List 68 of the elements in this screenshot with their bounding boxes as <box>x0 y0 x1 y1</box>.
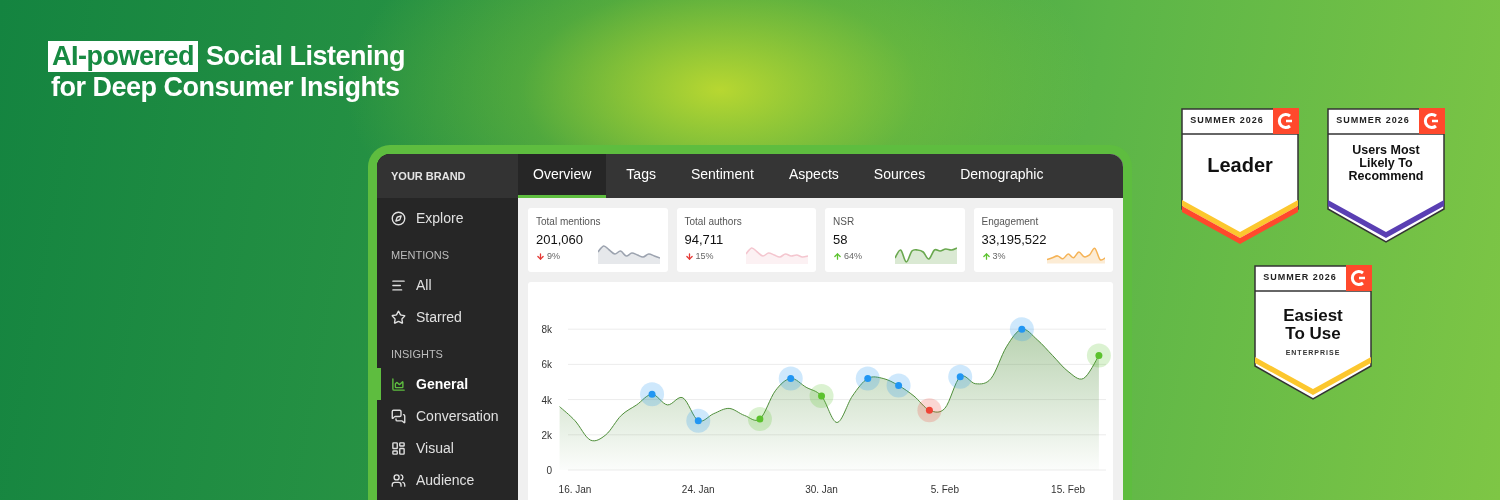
people-icon <box>391 472 406 488</box>
headline-highlight: AI-powered <box>48 41 198 72</box>
area-chart-icon <box>391 376 406 392</box>
stat-value: 94,711 <box>684 232 724 248</box>
stat-change: 9% <box>547 250 560 263</box>
brand-label: YOUR BRAND <box>377 154 518 198</box>
sidebar-item[interactable]: Explore <box>377 202 518 234</box>
axis-label: 24. Jan <box>681 484 715 495</box>
stat-label: NSR <box>833 216 856 228</box>
badge-title: Users Most Likely To Recommend <box>1347 144 1425 183</box>
star-icon <box>391 309 406 325</box>
stat-value: 201,060 <box>536 232 583 248</box>
axis-label: 6k <box>541 359 552 371</box>
highlight-marker[interactable] <box>917 398 942 423</box>
stat-change: 3% <box>992 250 1006 263</box>
stat-label: Total authors <box>684 216 743 228</box>
lines-icon <box>391 277 406 293</box>
stat-label: Engagement <box>981 216 1040 228</box>
badge-title: Easiest To Use <box>1282 307 1344 343</box>
sparkline <box>597 243 660 264</box>
tab[interactable]: Overview <box>518 154 607 198</box>
axis-label: 15. Feb <box>1051 484 1086 495</box>
speech-icon <box>391 408 406 424</box>
tab[interactable]: Tags <box>611 154 671 198</box>
sidebar-item[interactable]: Starred <box>377 301 518 333</box>
axis-label: 0 <box>546 465 552 476</box>
stat-change: 64% <box>844 250 862 263</box>
logo-icon <box>1419 108 1445 134</box>
axis-label: 2k <box>541 429 552 441</box>
sidebar-item[interactable]: All <box>377 269 518 301</box>
tab[interactable]: Aspects <box>774 154 854 198</box>
sidebar-item[interactable]: Conversation <box>377 400 518 432</box>
highlight-marker[interactable] <box>855 366 880 391</box>
axis-label: 5. Feb <box>930 484 959 495</box>
tab[interactable]: Sources <box>858 154 941 198</box>
highlight-marker[interactable] <box>686 408 711 433</box>
stat-value: 58 <box>833 232 849 248</box>
axis-label: 4k <box>541 394 552 406</box>
sidebar-item[interactable]: Audience <box>377 464 518 496</box>
section-heading: INSIGHTS <box>390 347 444 362</box>
highlight-marker[interactable] <box>747 406 772 431</box>
headline: for Deep Consumer Insights <box>50 72 401 103</box>
highlight-marker[interactable] <box>1086 343 1111 368</box>
axis-label: 8k <box>541 324 552 336</box>
tab[interactable]: Sentiment <box>675 154 769 198</box>
highlight-marker[interactable] <box>948 364 973 389</box>
axis-label: 16. Jan <box>558 484 592 495</box>
stat-value: 33,195,522 <box>981 232 1047 248</box>
highlight-marker[interactable] <box>886 373 911 398</box>
stat-label: Total mentions <box>536 216 602 228</box>
logo-icon <box>1346 265 1372 291</box>
highlight-marker[interactable] <box>809 384 834 409</box>
section-heading: MENTIONS <box>390 248 451 263</box>
stat-change: 15% <box>695 250 714 263</box>
sidebar-item[interactable]: Visual <box>377 432 518 464</box>
compass-icon <box>391 210 406 226</box>
badge-season: SUMMER 2026 <box>1335 114 1411 128</box>
headline: Social Listening <box>206 41 406 72</box>
tab[interactable]: Demographic <box>945 154 1059 198</box>
highlight-marker[interactable] <box>1009 317 1034 342</box>
badge-season: SUMMER 2026 <box>1262 271 1338 285</box>
grid-icon <box>391 440 406 456</box>
badge-season: SUMMER 2026 <box>1189 114 1265 128</box>
highlight-marker[interactable] <box>778 366 803 391</box>
logo-icon <box>1273 108 1299 134</box>
badge-title: Leader <box>1206 154 1274 176</box>
highlight-marker[interactable] <box>640 382 665 407</box>
axis-label: 30. Jan <box>805 484 838 495</box>
